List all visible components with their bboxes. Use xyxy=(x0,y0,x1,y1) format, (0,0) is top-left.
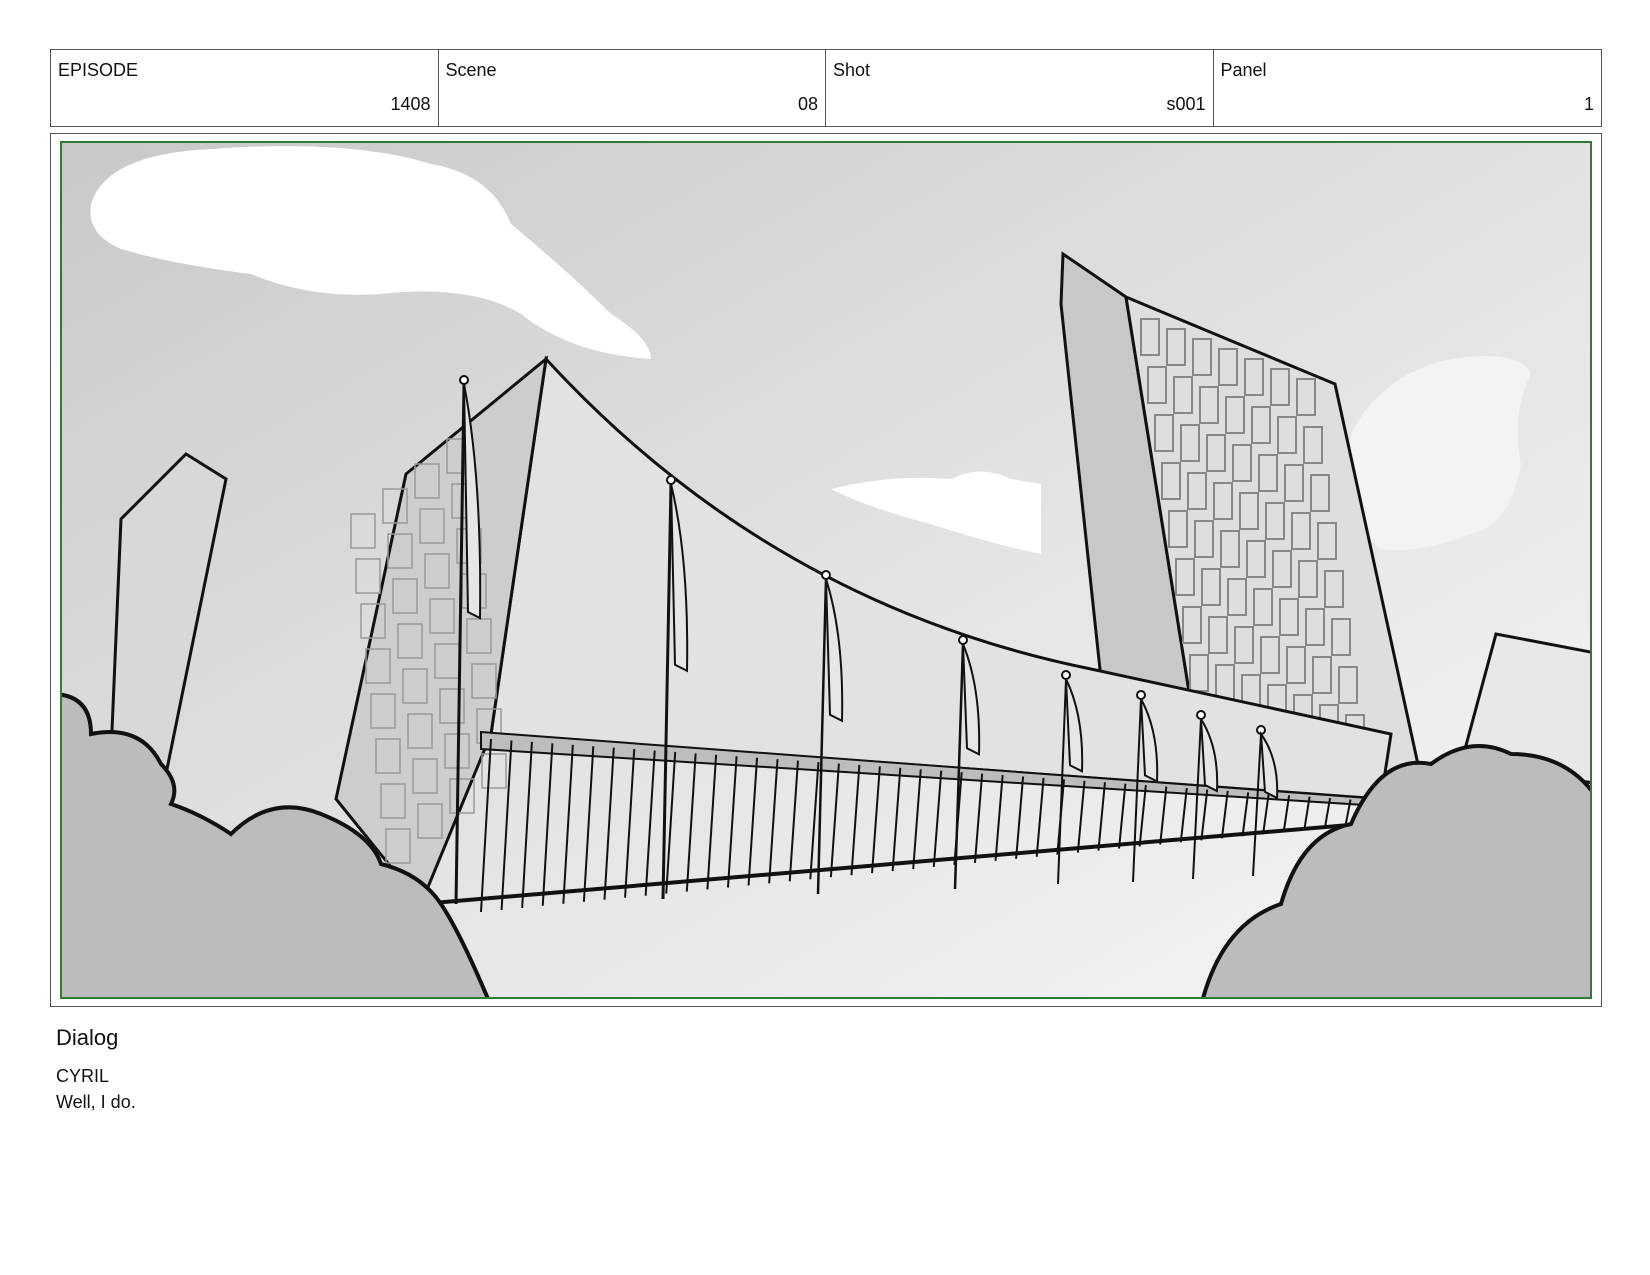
dialog-character: CYRIL xyxy=(56,1066,110,1086)
flagpole-finial xyxy=(958,635,968,645)
dialog-line: Well, I do. xyxy=(56,1092,136,1112)
flagpole-finial xyxy=(821,570,831,580)
flagpole-finial xyxy=(459,375,469,385)
shot-value: s001 xyxy=(1166,94,1206,114)
storyboard-panel xyxy=(50,133,1602,1007)
panel-value: 1 xyxy=(1583,94,1594,114)
flagpole-finial xyxy=(666,475,676,485)
shot-cell: Shot s001 xyxy=(826,50,1214,126)
panel-cell: Panel 1 xyxy=(1214,50,1602,126)
shot-info-header: EPISODE 1408 Scene 08 Shot s001 Panel 1 xyxy=(50,49,1602,127)
episode-value: 1408 xyxy=(390,94,431,114)
scene-value: 08 xyxy=(797,94,818,114)
episode-label: EPISODE xyxy=(58,60,139,80)
dialog-heading: Dialog xyxy=(56,1025,119,1050)
scene-label: Scene xyxy=(445,60,497,80)
panel-sketch xyxy=(60,141,1592,999)
flagpole-finial xyxy=(1136,690,1146,700)
flagpole-finial xyxy=(1196,710,1206,720)
shot-label: Shot xyxy=(833,60,871,80)
panel-label: Panel xyxy=(1220,60,1267,80)
episode-cell: EPISODE 1408 xyxy=(51,50,439,126)
scene-cell: Scene 08 xyxy=(439,50,826,126)
flagpole-finial xyxy=(1061,670,1071,680)
